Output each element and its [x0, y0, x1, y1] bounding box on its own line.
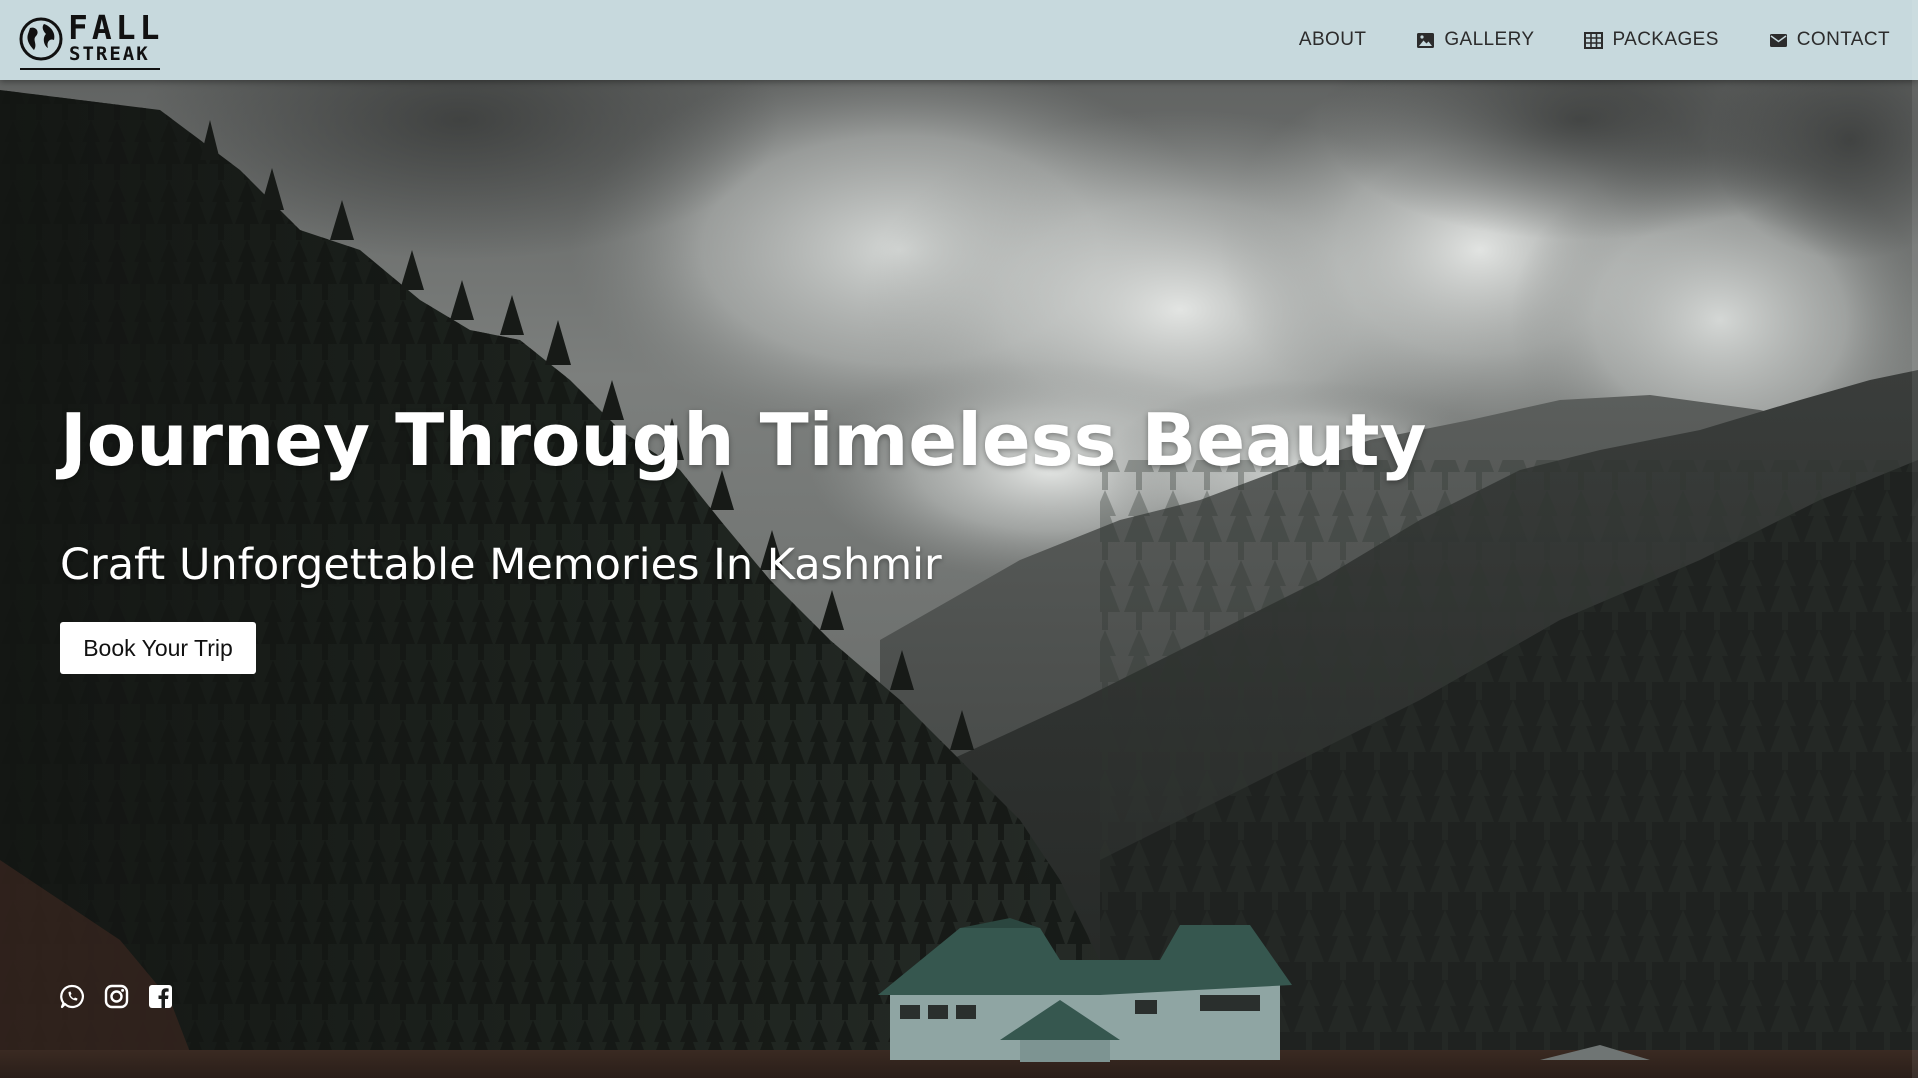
nav-gallery-link[interactable]: GALLERY	[1416, 29, 1534, 51]
brand-name-line-2: STREAK	[69, 43, 150, 65]
landing-page: FALL STREAK ABOUT GALLERY PACKAGES CONTA…	[0, 0, 1918, 1078]
image-icon	[1417, 32, 1435, 48]
hero-subtitle: Craft Unforgettable Memories In Kashmir	[60, 540, 942, 590]
facebook-icon[interactable]	[148, 984, 173, 1009]
nav-gallery-label: GALLERY	[1444, 29, 1535, 50]
nav-contact-link[interactable]: CONTACT	[1769, 29, 1890, 51]
nav-contact-label: CONTACT	[1796, 29, 1890, 50]
whatsapp-icon[interactable]	[60, 984, 85, 1009]
brand-name-line-1: FALL	[68, 8, 164, 47]
nav-links: ABOUT GALLERY PACKAGES CONTACT	[1249, 0, 1890, 80]
grid-icon	[1584, 31, 1604, 49]
nav-about-label: ABOUT	[1298, 29, 1367, 50]
scrollbar-track[interactable]	[1912, 0, 1918, 1078]
globe-icon	[19, 17, 63, 61]
hero-title: Journey Through Timeless Beauty	[60, 398, 1427, 482]
nav-packages-link[interactable]: PACKAGES	[1584, 29, 1718, 51]
brand-logo[interactable]: FALL STREAK	[18, 8, 164, 70]
brand-underline	[20, 68, 160, 70]
social-links	[60, 984, 173, 1009]
hero-background-image	[0, 0, 1918, 1078]
envelope-icon	[1769, 33, 1787, 47]
book-trip-button[interactable]: Book Your Trip	[60, 622, 256, 674]
nav-packages-label: PACKAGES	[1612, 29, 1719, 50]
top-navbar: FALL STREAK ABOUT GALLERY PACKAGES CONTA…	[0, 0, 1918, 80]
instagram-icon[interactable]	[104, 984, 129, 1009]
nav-about-link[interactable]: ABOUT	[1299, 29, 1366, 51]
